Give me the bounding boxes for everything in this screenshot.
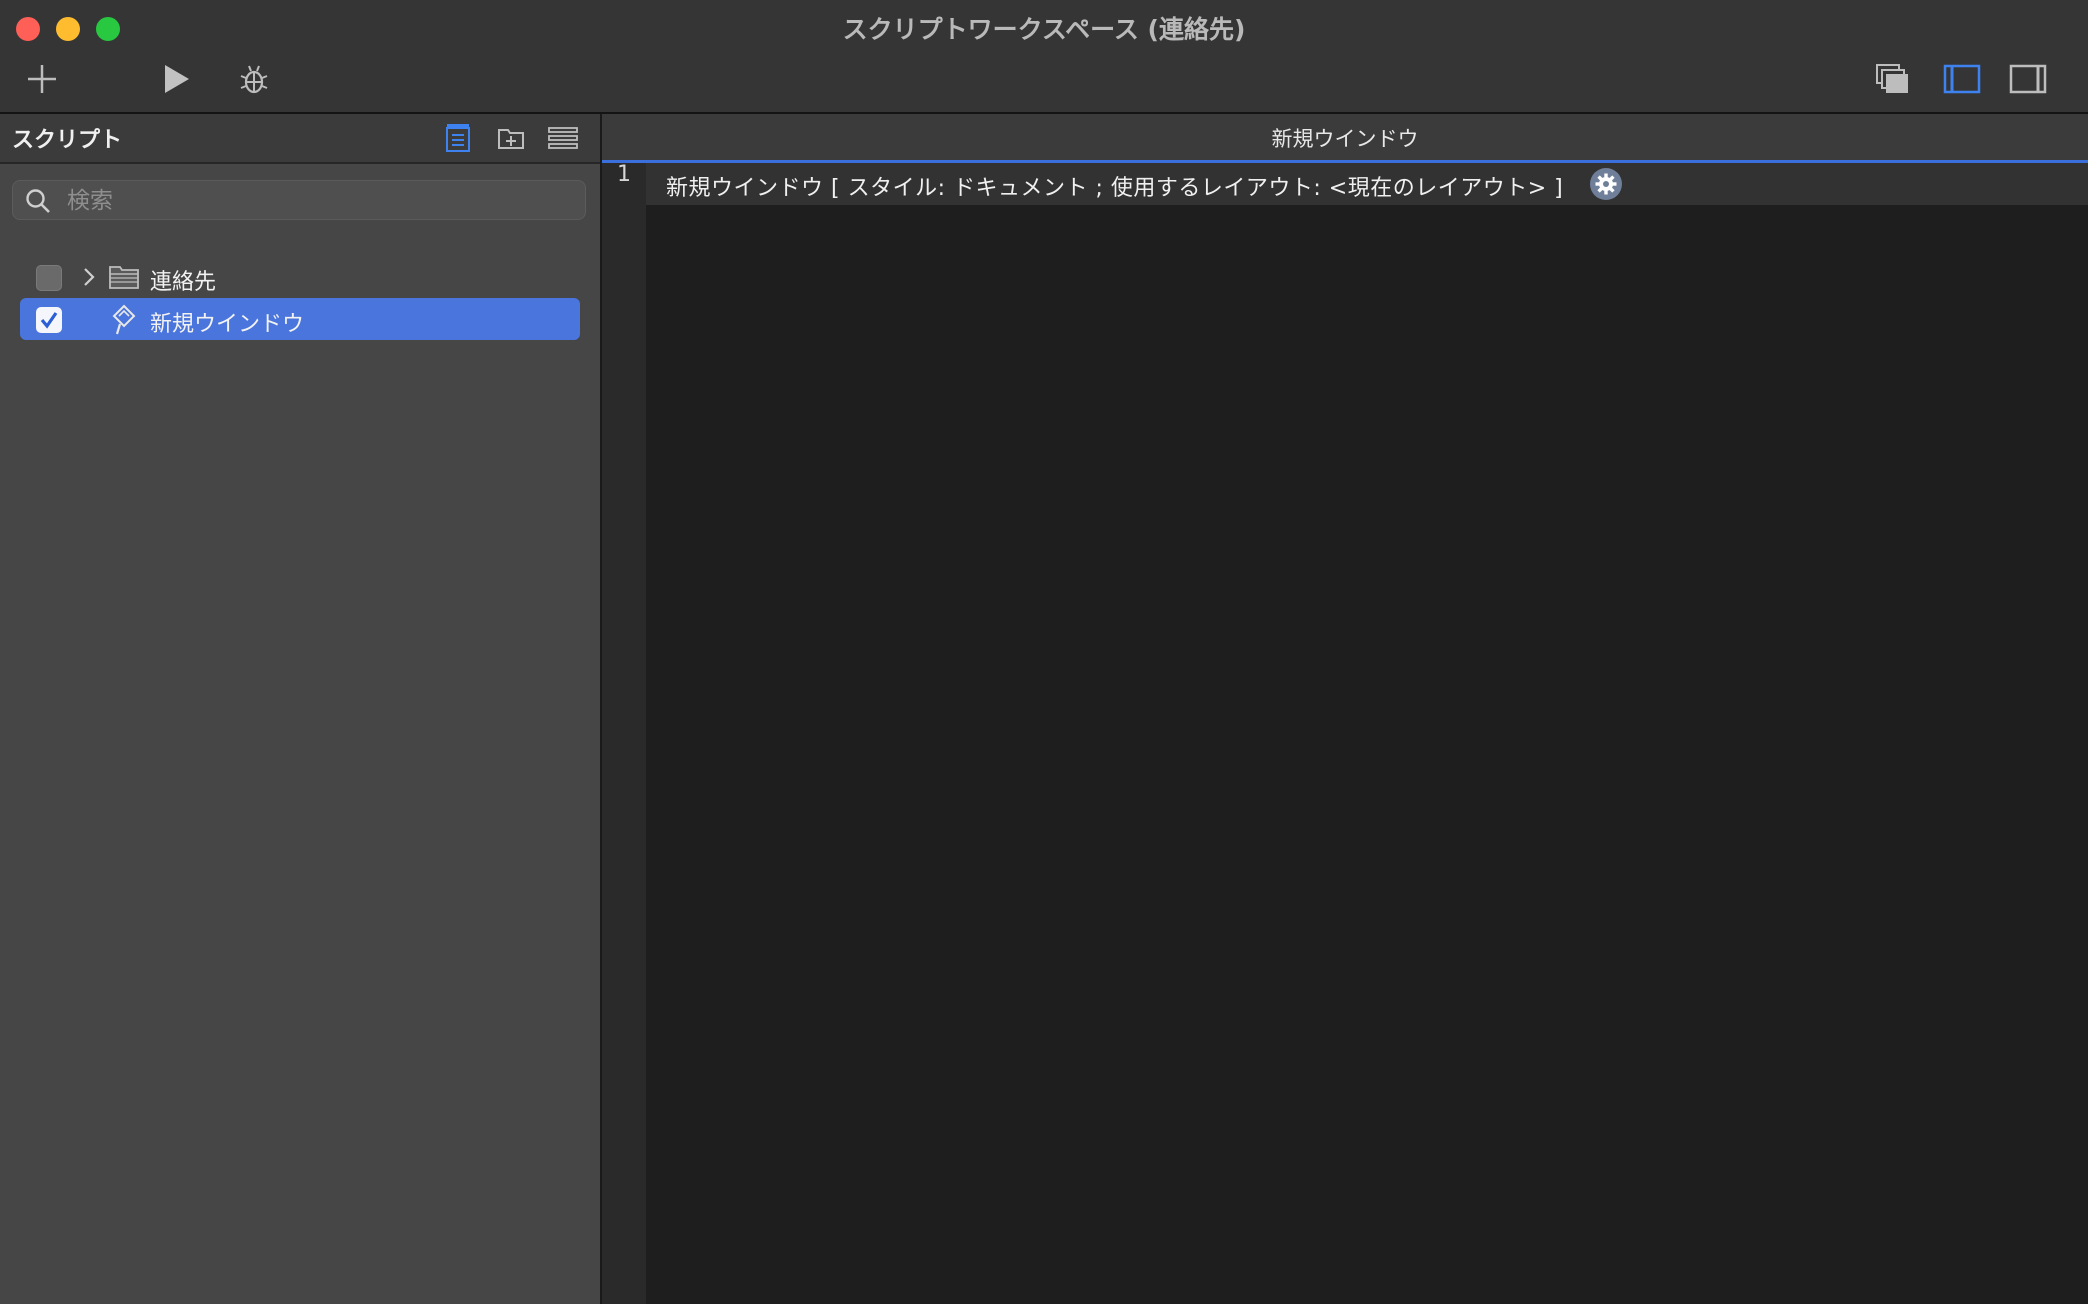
new-folder-icon [498,129,524,149]
script-icon [112,304,136,335]
debug-script-button[interactable] [230,58,278,100]
play-icon [165,65,189,93]
separator-list-button[interactable] [545,120,581,156]
script-sidebar: スクリプト 検索 連絡先 新規ウインドウ [0,114,602,1304]
list-icon [548,127,578,149]
checkmark-icon [40,312,58,329]
run-script-button[interactable] [152,58,200,100]
script-step-text[interactable]: 新規ウインドウ [ スタイル: ドキュメント ; 使用するレイアウト: <現在の… [666,170,1563,202]
gear-icon [1595,173,1617,195]
editor-title: 新規ウインドウ [1271,127,1419,151]
script-step-line[interactable]: 新規ウインドウ [ スタイル: ドキュメント ; 使用するレイアウト: <現在の… [646,163,2088,205]
tree-item-label: 新規ウインドウ [150,312,305,337]
script-workspace-window: スクリプトワークスペース (連絡先) スクリプト 検索 連絡先 新規ウインドウ … [0,0,2088,1304]
item-checkbox[interactable] [36,265,62,291]
step-options-button[interactable] [1590,168,1622,200]
window-title: スクリプトワークスペース (連絡先) [842,15,1246,44]
folder-icon [109,266,139,289]
line-number-gutter [602,163,646,1304]
editor-header: 新規ウインドウ [602,114,2088,163]
tree-item-label: 連絡先 [150,270,217,295]
line-number: 1 [617,162,631,187]
search-input[interactable] [65,183,569,219]
chevron-right-icon[interactable] [82,267,96,287]
script-editor: 新規ウインドウ 1 新規ウインドウ [ スタイル: ドキュメント ; 使用するレ… [602,114,2088,1304]
right-pane-icon [2009,64,2047,94]
toggle-right-pane-button[interactable] [2004,58,2052,100]
window-stack-icon [1876,64,1908,93]
window-stack-button[interactable] [1868,58,1916,100]
tree-item-folder-contacts[interactable]: 連絡先 [20,256,580,298]
bug-icon [240,65,268,94]
new-folder-button[interactable] [493,120,529,156]
title-bar: スクリプトワークスペース (連絡先) [0,0,2088,114]
search-box [12,180,586,220]
search-icon [26,189,50,213]
new-script-icon [446,124,470,152]
item-checkbox[interactable] [36,307,62,333]
left-pane-icon [1943,64,1981,94]
sidebar-header: スクリプト [0,114,600,164]
tree-item-script-new-window[interactable]: 新規ウインドウ [20,298,580,340]
plus-icon [28,65,56,93]
sidebar-title: スクリプト [12,128,123,153]
new-script-toolbar-button[interactable] [18,58,66,100]
new-script-button[interactable] [440,120,476,156]
toggle-left-pane-button[interactable] [1938,58,1986,100]
